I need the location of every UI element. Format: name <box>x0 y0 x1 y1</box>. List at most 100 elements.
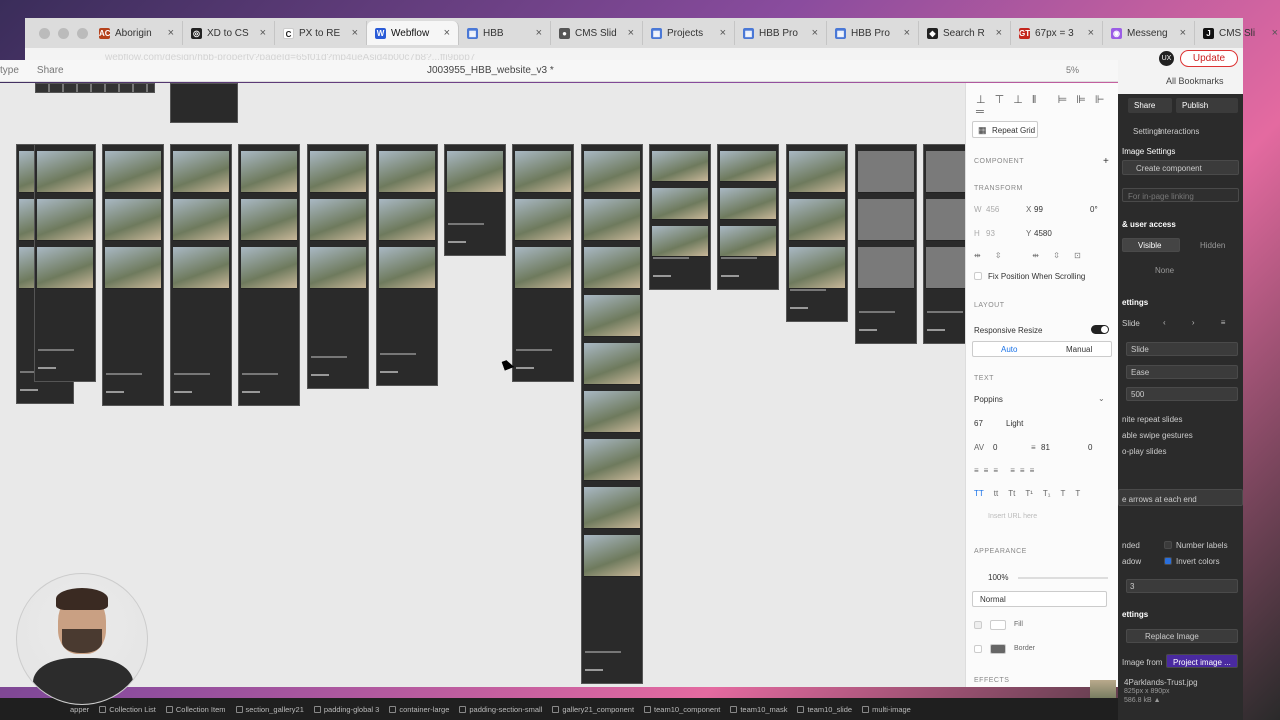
breadcrumb-item[interactable]: multi-image <box>862 705 911 714</box>
font-size-field[interactable]: 67 <box>974 419 983 428</box>
align-tools[interactable]: ⊥ ⊤ ⊥ ‖ ⊨ ⊫ ⊩ ═ <box>976 93 1118 118</box>
close-tab-icon[interactable]: × <box>1180 27 1186 39</box>
browser-tab[interactable]: ▦ HBB × <box>459 21 551 45</box>
number-labels-checkbox[interactable] <box>1164 541 1172 549</box>
browser-tab[interactable]: AC Aborigin × <box>91 21 183 45</box>
height-field[interactable]: 93 <box>986 229 995 238</box>
hidden-option[interactable]: Hidden <box>1200 241 1225 250</box>
fill-checkbox[interactable] <box>974 621 982 629</box>
breadcrumb-item[interactable]: gallery21_component <box>552 705 634 714</box>
close-tab-icon[interactable]: × <box>720 27 726 39</box>
document-title[interactable]: J003955_HBB_website_v3 * <box>427 65 554 76</box>
url-field[interactable]: Insert URL here <box>988 513 1037 520</box>
browser-tab[interactable]: GT 67px = 3 × <box>1011 21 1103 45</box>
close-tab-icon[interactable]: × <box>1272 27 1278 39</box>
font-family-select[interactable]: Poppins <box>974 395 1003 404</box>
browser-tab[interactable]: ◆ Search R × <box>919 21 1011 45</box>
text-transform-option[interactable]: T₁ <box>1043 489 1051 498</box>
text-align-tools[interactable]: ≡≡≡ ≡≡≡ <box>974 466 1039 475</box>
border-checkbox[interactable] <box>974 645 982 653</box>
add-component-icon[interactable]: + <box>1103 156 1109 167</box>
width-field[interactable]: 456 <box>986 205 999 214</box>
text-transform-option[interactable]: tt <box>994 489 998 498</box>
para-spacing-field[interactable]: 0 <box>1088 443 1092 452</box>
interactions-tab[interactable]: Interactions <box>1158 127 1199 136</box>
close-tab-icon[interactable]: × <box>628 27 634 39</box>
none-option[interactable]: None <box>1155 266 1174 275</box>
breadcrumb-item[interactable]: team10_component <box>644 705 720 714</box>
text-transform-option[interactable]: Tt <box>1008 489 1015 498</box>
artboard[interactable] <box>376 144 438 386</box>
opacity-field[interactable]: 100% <box>988 573 1008 582</box>
browser-tab[interactable]: ● CMS Slid × <box>551 21 643 45</box>
opacity-slider[interactable] <box>1018 577 1108 579</box>
breadcrumb-item[interactable]: Collection Item <box>165 705 226 714</box>
artboard[interactable] <box>444 144 506 256</box>
rotation-field[interactable]: 0° <box>1090 205 1098 214</box>
artboard[interactable] <box>786 144 848 322</box>
artboard[interactable] <box>581 144 643 684</box>
autoplay-option[interactable]: o-play slides <box>1122 447 1166 456</box>
profile-avatar[interactable]: UX <box>1159 51 1174 66</box>
close-tab-icon[interactable]: × <box>812 27 818 39</box>
update-button[interactable]: Update <box>1180 50 1238 67</box>
text-transform-option[interactable]: T <box>1075 489 1080 498</box>
zoom-level[interactable]: 5% <box>1066 65 1079 75</box>
infinite-repeat-option[interactable]: nite repeat slides <box>1122 415 1182 424</box>
line-spacing-field[interactable]: 81 <box>1041 443 1050 452</box>
artboard[interactable] <box>170 83 238 123</box>
close-tab-icon[interactable]: × <box>996 27 1002 39</box>
rounded-option[interactable]: nded <box>1122 541 1140 550</box>
browser-tab[interactable]: ◎ XD to CS × <box>183 21 275 45</box>
browser-tab[interactable]: ▦ HBB Pro × <box>735 21 827 45</box>
maximize-window-icon[interactable] <box>77 28 88 39</box>
breadcrumb-item[interactable]: team10_slide <box>797 705 852 714</box>
border-swatch[interactable] <box>990 644 1006 654</box>
artboard[interactable] <box>307 144 369 389</box>
share-link[interactable]: Share <box>37 65 64 76</box>
browser-tab[interactable]: ▦ Projects × <box>643 21 735 45</box>
close-window-icon[interactable] <box>39 28 50 39</box>
flip-tools[interactable]: ⇹ ⇳ ⇹ ⇳ ⊡ <box>974 251 1087 260</box>
share-button[interactable]: Share <box>1128 98 1172 113</box>
all-bookmarks-link[interactable]: All Bookmarks <box>1166 76 1224 86</box>
artboard[interactable] <box>923 144 965 344</box>
close-tab-icon[interactable]: × <box>168 27 174 39</box>
text-transform-option[interactable]: T <box>1061 489 1066 498</box>
close-tab-icon[interactable]: × <box>352 27 358 39</box>
browser-tab[interactable]: ▦ HBB Pro × <box>827 21 919 45</box>
responsive-resize-toggle[interactable] <box>1091 325 1109 334</box>
y-field[interactable]: 4580 <box>1034 229 1052 238</box>
fill-swatch[interactable] <box>990 620 1006 630</box>
artboard[interactable] <box>34 144 96 382</box>
close-tab-icon[interactable]: × <box>536 27 542 39</box>
breadcrumb-item[interactable]: section_gallery21 <box>235 705 304 714</box>
close-tab-icon[interactable]: × <box>444 27 450 39</box>
breadcrumb-item[interactable]: Collection List <box>99 705 156 714</box>
close-tab-icon[interactable]: × <box>1088 27 1094 39</box>
breadcrumb-item[interactable]: padding-global 3 <box>313 705 379 714</box>
breadcrumb-item[interactable]: container-large <box>389 705 449 714</box>
auto-option[interactable]: Auto <box>1001 345 1017 354</box>
invert-colors-checkbox[interactable] <box>1164 557 1172 565</box>
design-canvas[interactable] <box>0 83 965 687</box>
artboard[interactable] <box>102 144 164 406</box>
browser-tab[interactable]: ◉ Messeng × <box>1103 21 1195 45</box>
artboard[interactable] <box>35 83 155 93</box>
minimize-window-icon[interactable] <box>58 28 69 39</box>
shadow-option[interactable]: adow <box>1122 557 1141 566</box>
artboard[interactable] <box>649 144 711 290</box>
close-tab-icon[interactable]: × <box>260 27 266 39</box>
artboard[interactable] <box>512 144 574 382</box>
text-transform-option[interactable]: T¹ <box>1025 489 1033 498</box>
font-weight-select[interactable]: Light <box>1006 419 1023 428</box>
swipe-gestures-option[interactable]: able swipe gestures <box>1122 431 1193 440</box>
publish-button[interactable]: Publish <box>1176 98 1238 113</box>
breadcrumb-item[interactable]: padding-section-small <box>459 705 542 714</box>
browser-tab[interactable]: J CMS Sli × <box>1195 21 1280 45</box>
slide-nav-icons[interactable]: ‹ › ≡ <box>1163 318 1237 327</box>
fix-position-checkbox[interactable] <box>974 272 982 280</box>
artboard[interactable] <box>855 144 917 344</box>
manual-option[interactable]: Manual <box>1066 345 1092 354</box>
close-tab-icon[interactable]: × <box>904 27 910 39</box>
